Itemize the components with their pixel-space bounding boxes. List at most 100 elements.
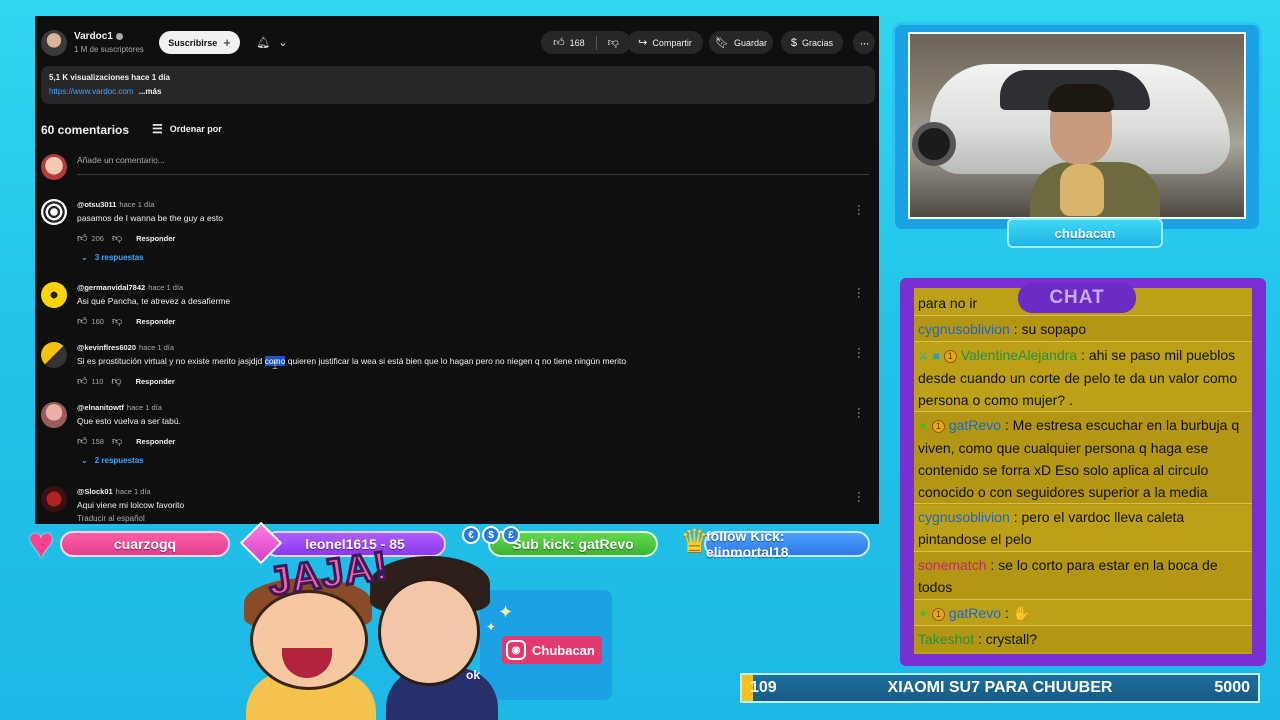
text-cursor-icon: ⌶ bbox=[272, 361, 278, 372]
comment-author[interactable]: @Slock01 hace 1 día bbox=[77, 487, 151, 496]
car-wheel bbox=[912, 122, 956, 166]
coin-badge-icon: 1 bbox=[931, 607, 945, 621]
channel-avatar[interactable] bbox=[41, 30, 67, 56]
comment-actions: 👍︎ 158 👎︎ Responder bbox=[77, 435, 175, 447]
chat-username[interactable]: ValentineAlejandra bbox=[961, 347, 1078, 363]
comment-actions: 👍︎ 160 👎︎ Responder bbox=[77, 315, 175, 327]
chat-username[interactable]: gatRevo bbox=[949, 417, 1001, 433]
like-count: 158 bbox=[91, 436, 104, 446]
thumbs-up-icon[interactable]: 👍︎ bbox=[553, 36, 565, 49]
thumbs-up-icon[interactable]: 👍︎ bbox=[77, 375, 87, 387]
comment-author[interactable]: @elnanitowtf hace 1 día bbox=[77, 403, 162, 412]
translate-link[interactable]: Traducir al español bbox=[77, 514, 145, 523]
latest-follow-bar: follow Kick: elinmortal18 bbox=[704, 528, 870, 560]
share-icon: ↪ bbox=[638, 37, 648, 49]
reply-button[interactable]: Responder bbox=[136, 317, 175, 326]
plus-icon: + bbox=[223, 35, 231, 50]
chat-message: ✦ 1 gatRevo : Me estresa escuchar en la … bbox=[914, 412, 1252, 505]
comment-author[interactable]: @kevinflres6020 hace 1 día bbox=[77, 343, 174, 352]
commenter-avatar[interactable] bbox=[41, 486, 67, 512]
comment-text: Aqui viene mi lolcow favorito bbox=[77, 500, 185, 510]
chat-title: CHAT bbox=[1018, 283, 1136, 313]
sparkle-badge-icon: ✦ bbox=[918, 607, 929, 621]
description-link[interactable]: https://www.vardoc.com ...más bbox=[49, 87, 161, 96]
chevron-down-icon: ⌄ bbox=[81, 456, 88, 465]
reply-button[interactable]: Responder bbox=[136, 234, 175, 243]
video-description[interactable]: 5,1 K visualizaciones hace 1 día https:/… bbox=[41, 66, 875, 104]
thumbs-up-icon[interactable]: 👍︎ bbox=[77, 435, 87, 447]
chat-panel: para no ir cygnusoblivion : su sopapo ⚔ … bbox=[914, 288, 1252, 654]
chat-message: ⚔ ■ 1 ValentineAlejandra : ahi se paso m… bbox=[918, 347, 1238, 408]
like-count: 206 bbox=[91, 233, 104, 243]
comment-text: pasamos de I wanna be the guy a esto bbox=[77, 213, 224, 223]
comment-menu-icon[interactable]: · · · bbox=[857, 488, 861, 507]
more-actions-icon[interactable]: ··· bbox=[853, 31, 875, 54]
cartoon-man-smirking bbox=[378, 578, 480, 686]
chat-message: ✦ 1 gatRevo : ✋ bbox=[918, 605, 1031, 621]
plush-toy bbox=[1060, 164, 1104, 216]
chat-username[interactable]: cygnusoblivion bbox=[918, 321, 1010, 337]
comment-menu-icon[interactable]: · · · bbox=[857, 404, 861, 423]
chat-message: cygnusoblivion : su sopapo bbox=[914, 316, 1252, 342]
like-count: 110 bbox=[91, 376, 104, 386]
gem-icon bbox=[239, 521, 283, 565]
divider bbox=[595, 35, 597, 50]
bell-icon: 🔔︎ bbox=[256, 37, 271, 49]
user-avatar bbox=[41, 154, 67, 180]
thumbs-up-icon[interactable]: 👍︎ bbox=[77, 232, 87, 244]
comment-menu-icon[interactable]: · · · bbox=[857, 284, 861, 303]
sort-comments-button[interactable]: ☰ Ordenar por bbox=[152, 122, 222, 136]
coins-icon: € $ £ bbox=[462, 526, 520, 544]
thumbs-up-icon[interactable]: 👍︎ bbox=[77, 315, 87, 327]
commenter-avatar[interactable] bbox=[41, 342, 67, 368]
webcam-feed bbox=[908, 32, 1246, 219]
comment-author[interactable]: @germanvidal7842 hace 1 día bbox=[77, 283, 183, 292]
goal-target: 5000 bbox=[1214, 679, 1250, 696]
comment-menu-icon[interactable]: · · · bbox=[857, 201, 861, 220]
youtube-comments-panel: Vardoc1 1 M de suscriptores Suscribirse +… bbox=[35, 16, 879, 524]
chat-message: cygnusoblivion : pero el vardoc lleva ca… bbox=[918, 509, 1185, 547]
reply-button[interactable]: Responder bbox=[136, 437, 175, 446]
comment-author[interactable]: @otsu3011 hace 1 día bbox=[77, 200, 154, 209]
instagram-icon: ◉ bbox=[506, 640, 526, 660]
show-replies-button[interactable]: ⌄ 3 respuestas bbox=[81, 253, 144, 262]
comment-menu-icon[interactable]: · · · bbox=[857, 344, 861, 363]
subscriber-count: 1 M de suscriptores bbox=[74, 45, 144, 54]
show-replies-button[interactable]: ⌄ 2 respuestas bbox=[81, 456, 144, 465]
chat-username[interactable]: Takeshot bbox=[918, 631, 974, 647]
sparkle-icon: ✦ bbox=[498, 602, 514, 622]
commenter-avatar[interactable] bbox=[41, 282, 67, 308]
dollar-icon: $ bbox=[790, 36, 798, 49]
coin-badge-icon: 1 bbox=[931, 419, 945, 433]
chat-username[interactable]: cygnusoblivion bbox=[918, 509, 1010, 525]
show-more-link[interactable]: ...más bbox=[139, 87, 162, 96]
chat-message: Takeshot : crystall? bbox=[914, 626, 1252, 652]
like-count: 160 bbox=[91, 316, 104, 326]
thumbs-down-icon[interactable]: 👎︎ bbox=[112, 315, 122, 327]
thumbs-down-icon[interactable]: 👎︎ bbox=[111, 375, 121, 387]
comment-text: Asi que Pancha, te atrevez a desafierme bbox=[77, 296, 231, 306]
reply-button[interactable]: Responder bbox=[136, 377, 175, 386]
share-button[interactable]: ↪ Compartir bbox=[627, 31, 703, 54]
instagram-tag[interactable]: ◉ Chubacan bbox=[502, 636, 602, 664]
notifications-button[interactable]: 🔔︎ ⌄ bbox=[247, 31, 297, 54]
donation-goal-bar: 109 XIAOMI SU7 PARA CHUUBER 5000 bbox=[740, 673, 1260, 703]
sword-badge-icon: ⚔ bbox=[918, 349, 929, 363]
chat-username[interactable]: sonematch bbox=[918, 557, 986, 573]
comment-actions: 👍︎ 206 👎︎ Responder bbox=[77, 232, 175, 244]
commenter-avatar[interactable] bbox=[41, 199, 67, 225]
thumbs-down-icon[interactable]: 👎︎ bbox=[608, 36, 619, 49]
thumbs-down-icon[interactable]: 👎︎ bbox=[112, 232, 122, 244]
subscribe-button[interactable]: Suscribirse + bbox=[159, 31, 240, 54]
like-count: 168 bbox=[569, 37, 585, 48]
thanks-button[interactable]: $ Gracias bbox=[781, 31, 843, 54]
add-comment-input[interactable]: Añade un comentario... bbox=[77, 155, 869, 175]
save-button[interactable]: 🔖︎ Guardar bbox=[709, 31, 773, 54]
channel-name[interactable]: Vardoc1 bbox=[74, 31, 123, 42]
streamer-name-tag: chubacan bbox=[1007, 218, 1163, 248]
thumbs-down-icon[interactable]: 👎︎ bbox=[112, 435, 122, 447]
chat-username[interactable]: gatRevo bbox=[949, 605, 1001, 621]
view-count: 5,1 K visualizaciones hace 1 día bbox=[49, 73, 170, 82]
chevron-down-icon: ⌄ bbox=[81, 253, 88, 262]
commenter-avatar[interactable] bbox=[41, 402, 67, 428]
